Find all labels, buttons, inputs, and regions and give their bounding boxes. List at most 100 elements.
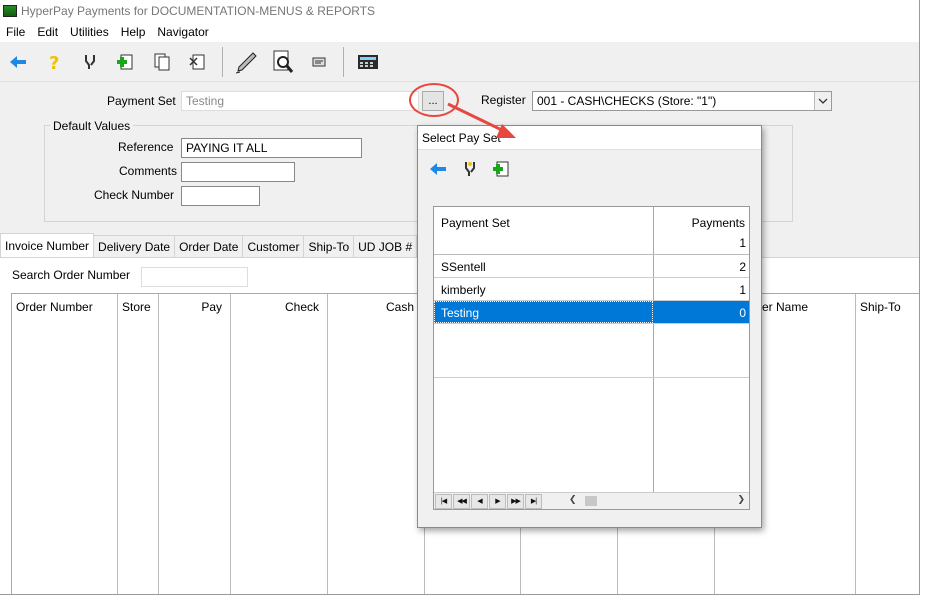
- tab-invoice-number[interactable]: Invoice Number: [0, 233, 95, 257]
- pay-set-grid[interactable]: Payment Set Payments 1 SSentell 2 kimber…: [433, 206, 750, 510]
- edit-button[interactable]: [233, 48, 261, 76]
- scroll-thumb[interactable]: [585, 496, 597, 506]
- menu-bar: File Edit Utilities Help Navigator: [0, 22, 919, 42]
- record-navigator: |◀ ◀◀ ◀ ▶ ▶▶ ▶| ❮ ❯: [434, 492, 749, 509]
- card-button[interactable]: [305, 48, 333, 76]
- back-arrow-icon: [430, 163, 446, 175]
- help-icon: ?: [49, 53, 59, 72]
- list-item[interactable]: 1: [434, 231, 749, 255]
- col-store[interactable]: Store: [122, 294, 151, 320]
- search-order-input[interactable]: [141, 267, 248, 287]
- copy-button[interactable]: [148, 48, 176, 76]
- dialog-tools-button[interactable]: [456, 155, 484, 183]
- scroll-left-icon[interactable]: ❮: [569, 494, 577, 505]
- help-button[interactable]: ?: [40, 48, 68, 76]
- select-pay-set-dialog: Select Pay Set Payment Set Payments 1 SS…: [417, 125, 762, 528]
- comments-label: Comments: [119, 164, 178, 178]
- search-order-label: Search Order Number: [12, 268, 131, 282]
- toolbar-separator: [222, 46, 223, 77]
- delete-icon: [189, 54, 205, 69]
- title-bar: HyperPay Payments for DOCUMENTATION-MENU…: [0, 0, 919, 22]
- chevron-down-icon[interactable]: [814, 92, 831, 110]
- app-window: HyperPay Payments for DOCUMENTATION-MENU…: [0, 0, 920, 595]
- default-values-title: Default Values: [50, 119, 134, 133]
- col-pay[interactable]: Pay: [201, 294, 222, 320]
- column-divider: [158, 294, 159, 594]
- copy-icon: [154, 53, 170, 70]
- tab-ud-job[interactable]: UD JOB #: [353, 235, 418, 257]
- register-value: 001 - CASH\CHECKS (Store: "1"): [537, 94, 717, 108]
- col-check[interactable]: Check: [285, 294, 319, 320]
- check-number-field[interactable]: [181, 186, 260, 206]
- reference-field[interactable]: PAYING IT ALL: [181, 138, 362, 158]
- column-divider: [855, 294, 856, 594]
- first-record-button[interactable]: |◀: [435, 493, 452, 509]
- tab-customer[interactable]: Customer: [242, 235, 305, 257]
- preview-icon: [273, 50, 294, 73]
- reference-label: Reference: [118, 140, 174, 154]
- calculator-icon: [358, 54, 378, 69]
- prev-record-button[interactable]: ◀: [471, 493, 488, 509]
- check-number-label: Check Number: [94, 188, 175, 202]
- svg-text:?: ?: [49, 53, 59, 72]
- list-item[interactable]: SSentell 2: [434, 255, 749, 278]
- tab-strip: Invoice Number Delivery Date Order Date …: [0, 233, 418, 257]
- add-icon: [117, 54, 133, 69]
- wrench-icon: [465, 162, 475, 176]
- menu-edit[interactable]: Edit: [31, 25, 64, 39]
- add-icon: [493, 161, 509, 177]
- pay-set-name: Testing: [441, 306, 480, 320]
- preview-button[interactable]: [269, 48, 297, 76]
- menu-help[interactable]: Help: [115, 25, 152, 39]
- col-order-number[interactable]: Order Number: [16, 294, 93, 320]
- col-cash[interactable]: Cash: [386, 294, 414, 320]
- next-page-button[interactable]: ▶▶: [507, 493, 524, 509]
- list-item[interactable]: [434, 355, 749, 378]
- list-item-selected[interactable]: Testing 0: [434, 301, 749, 324]
- wrench-icon: [85, 54, 95, 69]
- calculator-button[interactable]: [354, 48, 382, 76]
- menu-file[interactable]: File: [0, 25, 31, 39]
- back-arrow-icon: [10, 55, 26, 68]
- add-button[interactable]: [112, 48, 140, 76]
- pay-set-count: 2: [739, 260, 746, 274]
- back-button[interactable]: [4, 48, 32, 76]
- col-ship-to[interactable]: Ship-To: [860, 294, 901, 320]
- tab-order-date[interactable]: Order Date: [174, 235, 244, 257]
- column-divider: [327, 294, 328, 594]
- menu-navigator[interactable]: Navigator: [151, 25, 214, 39]
- last-record-button[interactable]: ▶|: [525, 493, 542, 509]
- card-icon: [312, 57, 326, 66]
- payment-set-label: Payment Set: [107, 94, 176, 108]
- col-customer-name[interactable]: er Name: [762, 294, 808, 320]
- delete-button[interactable]: [184, 48, 212, 76]
- pay-set-name: SSentell: [441, 260, 486, 274]
- tab-ship-to[interactable]: Ship-To: [303, 235, 355, 257]
- tools-button[interactable]: [76, 48, 104, 76]
- prev-page-button[interactable]: ◀◀: [453, 493, 470, 509]
- main-toolbar: ?: [0, 42, 919, 82]
- next-record-button[interactable]: ▶: [489, 493, 506, 509]
- horizontal-scrollbar[interactable]: ❮ ❯: [567, 494, 747, 508]
- pay-set-count: 0: [739, 306, 746, 320]
- scroll-right-icon[interactable]: ❯: [737, 494, 745, 505]
- payment-set-field[interactable]: Testing: [181, 91, 419, 111]
- dialog-toolbar: [418, 150, 761, 188]
- toolbar-separator: [343, 46, 344, 77]
- dialog-back-button[interactable]: [424, 155, 452, 183]
- window-title: HyperPay Payments for DOCUMENTATION-MENU…: [21, 4, 376, 18]
- list-item[interactable]: kimberly 1: [434, 278, 749, 301]
- pen-icon: [235, 51, 257, 73]
- menu-utilities[interactable]: Utilities: [64, 25, 115, 39]
- dialog-add-button[interactable]: [488, 155, 516, 183]
- pay-set-count: 1: [739, 236, 746, 250]
- column-divider: [230, 294, 231, 594]
- register-select[interactable]: 001 - CASH\CHECKS (Store: "1"): [532, 91, 832, 111]
- column-divider: [117, 294, 118, 594]
- pay-set-count: 1: [739, 283, 746, 297]
- annotation-arrow-icon: [447, 102, 516, 138]
- comments-field[interactable]: [181, 162, 295, 182]
- tab-delivery-date[interactable]: Delivery Date: [93, 235, 176, 257]
- pay-set-name: kimberly: [441, 283, 486, 297]
- app-icon: [3, 5, 17, 17]
